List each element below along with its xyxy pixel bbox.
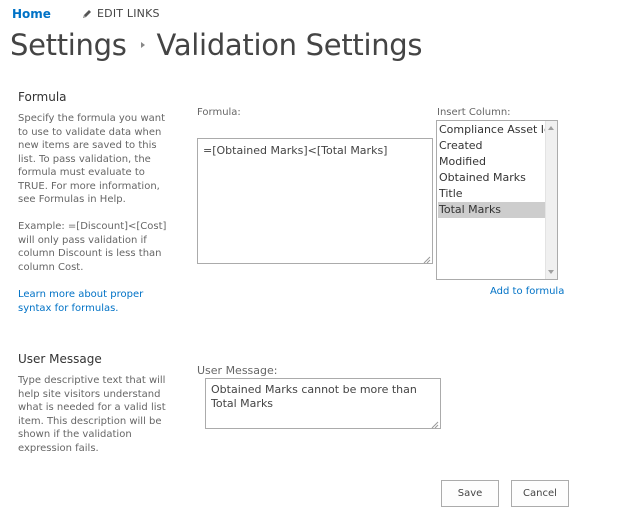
scroll-up-arrow-icon[interactable] <box>548 126 554 130</box>
save-button[interactable]: Save <box>441 480 499 507</box>
scroll-down-arrow-icon[interactable] <box>548 270 554 274</box>
formula-section-heading: Formula <box>18 90 67 104</box>
resize-grip-icon[interactable] <box>423 254 431 264</box>
column-option-selected[interactable]: Total Marks <box>438 202 545 218</box>
column-option[interactable]: Title <box>438 186 545 202</box>
user-message-description: Type descriptive text that will help sit… <box>18 375 166 454</box>
caret-right-icon <box>140 42 145 48</box>
formula-value: =[Obtained Marks]<[Total Marks] <box>203 144 388 157</box>
listbox-scrollbar[interactable] <box>545 121 557 279</box>
insert-column-listbox[interactable]: Compliance Asset Id Created Modified Obt… <box>436 120 558 280</box>
resize-grip-icon[interactable] <box>431 419 439 429</box>
nav-home-link[interactable]: Home <box>12 7 51 21</box>
column-option[interactable]: Obtained Marks <box>438 170 545 186</box>
user-message-field-label: User Message: <box>197 364 278 377</box>
column-option[interactable]: Compliance Asset Id <box>438 122 545 138</box>
formula-field-label: Formula: <box>197 107 241 118</box>
column-option[interactable]: Modified <box>438 154 545 170</box>
insert-column-label: Insert Column: <box>437 107 511 118</box>
page-title: Settings Validation Settings <box>10 28 423 62</box>
column-option[interactable]: Created <box>438 138 545 154</box>
breadcrumb-current: Validation Settings <box>156 28 423 62</box>
formula-section-description: Specify the formula you want to use to v… <box>18 113 166 205</box>
formula-example-text: Example: =[Discount]<[Cost] will only pa… <box>18 221 167 273</box>
add-to-formula-link[interactable]: Add to formula <box>490 285 570 299</box>
cancel-button[interactable]: Cancel <box>511 480 569 507</box>
edit-links-label: EDIT LINKS <box>97 7 160 20</box>
user-message-textarea[interactable]: Obtained Marks cannot be more than Total… <box>205 378 441 429</box>
pencil-icon <box>82 9 92 19</box>
learn-more-syntax-link[interactable]: Learn more about proper syntax for formu… <box>18 288 178 315</box>
formula-textarea[interactable]: =[Obtained Marks]<[Total Marks] <box>197 138 433 264</box>
user-message-section-heading: User Message <box>18 352 102 366</box>
edit-links-button[interactable]: EDIT LINKS <box>82 7 160 20</box>
user-message-value: Obtained Marks cannot be more than Total… <box>211 383 417 410</box>
breadcrumb-parent[interactable]: Settings <box>10 28 127 62</box>
